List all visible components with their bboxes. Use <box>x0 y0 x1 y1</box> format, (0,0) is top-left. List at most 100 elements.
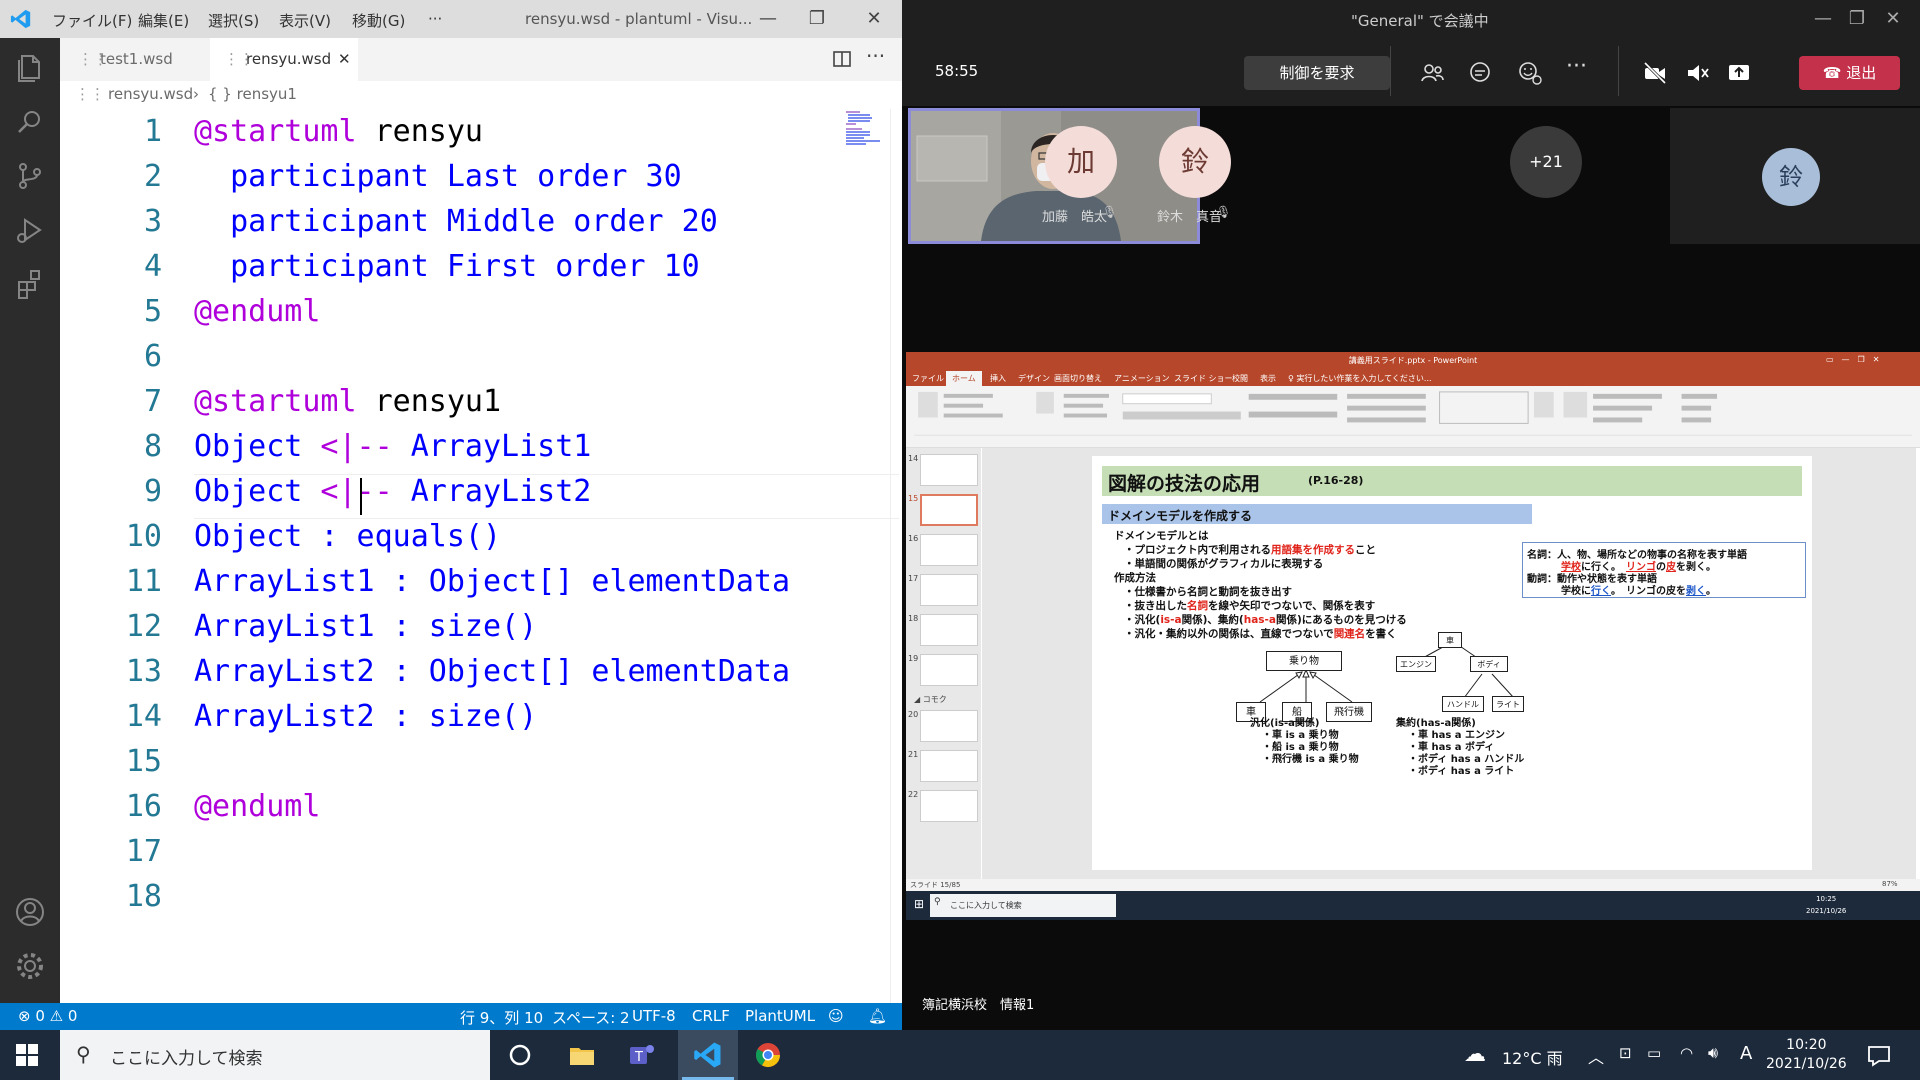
line-number: 8 <box>143 429 162 464</box>
slide-canvas[interactable]: 図解の技法の応用 (P.16-28) ドメインモデルを作成する ドメインモデルと… <box>982 448 1916 879</box>
share-screen-icon[interactable] <box>1726 60 1752 86</box>
extensions-icon[interactable] <box>12 266 48 302</box>
account-icon[interactable] <box>12 894 48 930</box>
file-explorer-icon[interactable] <box>567 1040 597 1070</box>
request-control-button[interactable]: 制御を要求 <box>1244 56 1390 90</box>
battery-icon[interactable]: ▭ <box>1647 1044 1661 1062</box>
feedback-icon[interactable]: ☺ <box>828 1007 844 1025</box>
code-editor[interactable]: 1 2 3 4 5 6 7 8 9 10 11 12 13 14 15 16 1… <box>60 109 902 1003</box>
slide-thumbnail[interactable] <box>920 654 978 686</box>
slide-thumbnail[interactable] <box>920 750 978 782</box>
teams-restore-button[interactable]: ❐ <box>1843 5 1871 33</box>
menu-selection[interactable]: 選択(S) <box>208 10 259 31</box>
slide-thumbnail[interactable] <box>920 790 978 822</box>
ppt-tab[interactable]: アニメーション <box>1114 373 1170 384</box>
weather-text[interactable]: 12°C 雨 <box>1502 1045 1563 1069</box>
taskbar-active-app[interactable] <box>678 1030 738 1080</box>
participant-tile[interactable]: 鈴 <box>1670 108 1920 244</box>
language-mode[interactable]: PlantUML <box>745 1007 815 1025</box>
teams-app-icon[interactable]: T <box>627 1040 657 1070</box>
windows-start-icon[interactable] <box>15 1043 39 1067</box>
settings-gear-icon[interactable] <box>12 948 48 984</box>
tab-close-icon[interactable]: ✕ <box>338 38 351 81</box>
participant-avatar[interactable]: 鈴 <box>1159 126 1231 198</box>
source-control-icon[interactable] <box>12 158 48 194</box>
run-debug-icon[interactable] <box>12 212 48 248</box>
more-options-icon[interactable]: ··· <box>1566 54 1587 79</box>
ppt-tab[interactable]: スライド ショー <box>1174 373 1233 384</box>
more-participants-badge[interactable]: +21 <box>1510 126 1582 198</box>
section-label[interactable]: ◢ コモク <box>914 694 947 705</box>
leave-meeting-button[interactable]: ☎︎ 退出 <box>1799 56 1900 90</box>
ppt-tab[interactable]: 画面切り替え <box>1054 373 1102 384</box>
ppt-tell-me[interactable]: ♀ 実行したい作業を入力してください... <box>1288 373 1432 384</box>
menu-more[interactable]: ··· <box>428 10 442 28</box>
text-cursor <box>360 478 362 515</box>
participant-avatar[interactable]: 加 <box>1045 126 1117 198</box>
ppt-tab[interactable]: 表示 <box>1260 373 1276 384</box>
menu-view[interactable]: 表示(V) <box>279 10 331 31</box>
ppt-tab[interactable]: 挿入 <box>990 373 1006 384</box>
minimize-button[interactable]: — <box>754 5 782 33</box>
close-button[interactable]: ✕ <box>860 5 888 33</box>
minimap[interactable] <box>844 109 892 149</box>
ppt-tab[interactable]: デザイン <box>1018 373 1050 384</box>
slide-subtitle: ドメインモデルを作成する <box>1102 504 1532 524</box>
volume-icon[interactable]: 🔊︎ <box>1708 1043 1718 1063</box>
eol-setting[interactable]: CRLF <box>692 1007 730 1025</box>
text-run: 関連名 <box>1333 628 1366 640</box>
microphone-muted-icon[interactable] <box>1684 60 1710 86</box>
ppt-tab[interactable]: ファイル <box>912 373 944 384</box>
current-slide[interactable]: 図解の技法の応用 (P.16-28) ドメインモデルを作成する ドメインモデルと… <box>1092 456 1812 870</box>
taskbar-search-box[interactable]: ⚲ ここに入力して検索 <box>60 1030 490 1080</box>
wifi-icon[interactable]: ◠ <box>1680 1044 1693 1062</box>
slide-thumbnail-selected[interactable] <box>920 494 978 526</box>
slide-thumbnail[interactable] <box>920 710 978 742</box>
notification-center-icon[interactable] <box>1864 1040 1894 1070</box>
tab-rensyu-wsd[interactable]: ⋮⋮ rensyu.wsd ✕ <box>210 38 358 81</box>
chrome-app-icon[interactable] <box>753 1040 783 1070</box>
search-icon[interactable] <box>12 104 48 140</box>
breadcrumb-symbol[interactable]: { } rensyu1 <box>208 85 297 103</box>
split-editor-icon[interactable] <box>832 49 852 69</box>
menu-go[interactable]: 移動(G) <box>352 10 405 31</box>
text-run: ・抜き出した <box>1124 600 1187 612</box>
camera-off-icon[interactable] <box>1642 60 1668 86</box>
code-line: ArrayList2 : size() <box>194 699 538 734</box>
ppt-tab-active[interactable]: ホーム <box>946 371 982 386</box>
slide-thumbnail[interactable] <box>920 534 978 566</box>
problems-indicator[interactable]: ⊗ 0 ⚠ 0 <box>18 1007 77 1025</box>
tab-test1-wsd[interactable]: ⋮⋮ test1.wsd <box>60 38 203 81</box>
cursor-position[interactable]: 行 9、列 10 <box>460 1007 543 1028</box>
ime-indicator[interactable]: A <box>1740 1043 1752 1064</box>
zoom-level[interactable]: 87% <box>1882 880 1898 888</box>
teams-minimize-button[interactable]: — <box>1809 5 1837 33</box>
thumb-number: 20 <box>908 710 919 719</box>
more-actions-icon[interactable]: ··· <box>866 44 885 68</box>
explorer-icon[interactable] <box>12 50 48 86</box>
tray-app-icon[interactable]: ⊡ <box>1619 1044 1632 1062</box>
indentation-setting[interactable]: スペース: 2 <box>552 1007 630 1028</box>
slide-thumbnails-pane[interactable]: 14 15 16 17 18 19 ◢ コモク 20 21 22 <box>906 448 981 879</box>
chat-icon[interactable] <box>1467 60 1493 86</box>
slide-thumbnail[interactable] <box>920 454 978 486</box>
vertical-scrollbar[interactable] <box>890 109 902 1003</box>
line-number: 10 <box>125 519 162 554</box>
participants-icon[interactable] <box>1419 60 1445 86</box>
breadcrumb-file[interactable]: rensyu.wsd <box>108 85 193 103</box>
slide-thumbnail[interactable] <box>920 614 978 646</box>
slide-thumbnail[interactable] <box>920 574 978 606</box>
menu-edit[interactable]: 編集(E) <box>138 10 189 31</box>
teams-close-button[interactable]: ✕ <box>1879 5 1907 33</box>
encoding-setting[interactable]: UTF-8 <box>632 1007 676 1025</box>
participant-avatar: 鈴 <box>1762 148 1820 206</box>
restore-button[interactable]: ❐ <box>803 5 831 33</box>
show-hidden-icons-icon[interactable]: ︿ <box>1588 1044 1604 1068</box>
ppt-tab[interactable]: 校閲 <box>1232 373 1248 384</box>
taskbar-clock[interactable]: 10:20 2021/10/26 <box>1766 1036 1847 1074</box>
shared-screen[interactable]: 講義用スライド.pptx - PowerPoint ▭ — ❐ ✕ ファイル ホ… <box>906 352 1920 920</box>
menu-file[interactable]: ファイル(F) <box>52 10 132 31</box>
reactions-icon[interactable] <box>1517 60 1543 86</box>
task-view-icon[interactable] <box>505 1040 535 1070</box>
notifications-bell-icon[interactable]: 🔔︎ <box>868 1007 887 1025</box>
